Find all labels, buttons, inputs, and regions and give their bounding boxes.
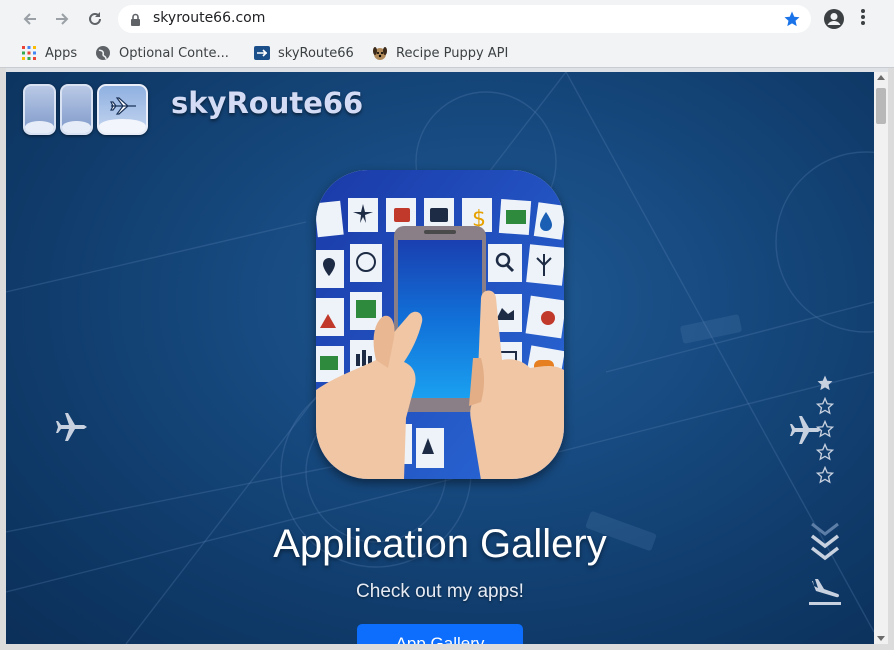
app-gallery-button[interactable]: App Gallery (357, 624, 523, 644)
bookmark-label: skyRoute66 (278, 45, 354, 61)
phone-with-app-icons-illustration: $ (316, 170, 564, 479)
account-icon[interactable] (823, 8, 845, 34)
scroll-up-arrow-icon[interactable] (877, 75, 885, 80)
bookmark-label: Recipe Puppy API (396, 45, 509, 61)
star-outline-icon[interactable] (816, 397, 834, 415)
skyroute-favicon (254, 45, 270, 61)
airplane-window-plane-icon (97, 84, 148, 135)
bookmark-skyroute66[interactable]: skyRoute66 (254, 44, 354, 62)
forward-icon[interactable] (51, 8, 73, 30)
reload-icon[interactable] (84, 8, 106, 30)
window-frame-bottom (0, 644, 894, 650)
page-viewport: skyRoute66 $ Application Gallery Check o… (6, 72, 874, 644)
page-headline: Application Gallery (273, 522, 607, 566)
hero-app-icons-image: $ (316, 170, 564, 479)
bookmark-label: Apps (45, 45, 78, 61)
bookmarks-bar: Apps Optional Conte... skyRoute66 Recipe… (0, 38, 894, 68)
site-brand[interactable]: skyRoute66 (171, 86, 363, 120)
window-frame-right (888, 68, 894, 650)
back-icon[interactable] (19, 8, 41, 30)
lock-icon (130, 12, 141, 31)
star-outline-icon[interactable] (816, 443, 834, 461)
scroll-down-arrow-icon[interactable] (877, 636, 885, 641)
site-logo[interactable] (23, 84, 148, 135)
url-text[interactable]: skyroute66.com (153, 10, 265, 26)
address-bar[interactable]: skyroute66.com (118, 5, 811, 33)
airplane-window-icon (60, 84, 93, 135)
star-outline-icon[interactable] (816, 466, 834, 484)
puppy-favicon (372, 45, 388, 61)
rating-stars[interactable] (816, 374, 834, 484)
more-menu-icon[interactable] (860, 8, 866, 30)
airplane-left-icon (53, 409, 89, 449)
bookmark-star-icon[interactable] (783, 10, 801, 32)
scroll-down-chevrons-icon[interactable] (809, 520, 841, 568)
scrollbar-thumb[interactable] (876, 88, 886, 124)
page-scrollbar[interactable] (874, 72, 888, 644)
apps-grid-icon (21, 45, 37, 61)
airplane-window-icon (23, 84, 56, 135)
star-filled-icon[interactable] (816, 374, 834, 392)
page-subtitle: Check out my apps! (356, 581, 524, 602)
bookmark-optional-content[interactable]: Optional Conte... (95, 44, 229, 62)
globe-icon (95, 45, 111, 61)
browser-toolbar: skyroute66.com (0, 0, 894, 38)
star-outline-icon[interactable] (816, 420, 834, 438)
bookmark-label: Optional Conte... (119, 45, 229, 61)
bookmark-recipe-puppy[interactable]: Recipe Puppy API (372, 44, 508, 62)
bookmark-apps[interactable]: Apps (21, 44, 77, 62)
plane-landing-icon (808, 577, 842, 611)
